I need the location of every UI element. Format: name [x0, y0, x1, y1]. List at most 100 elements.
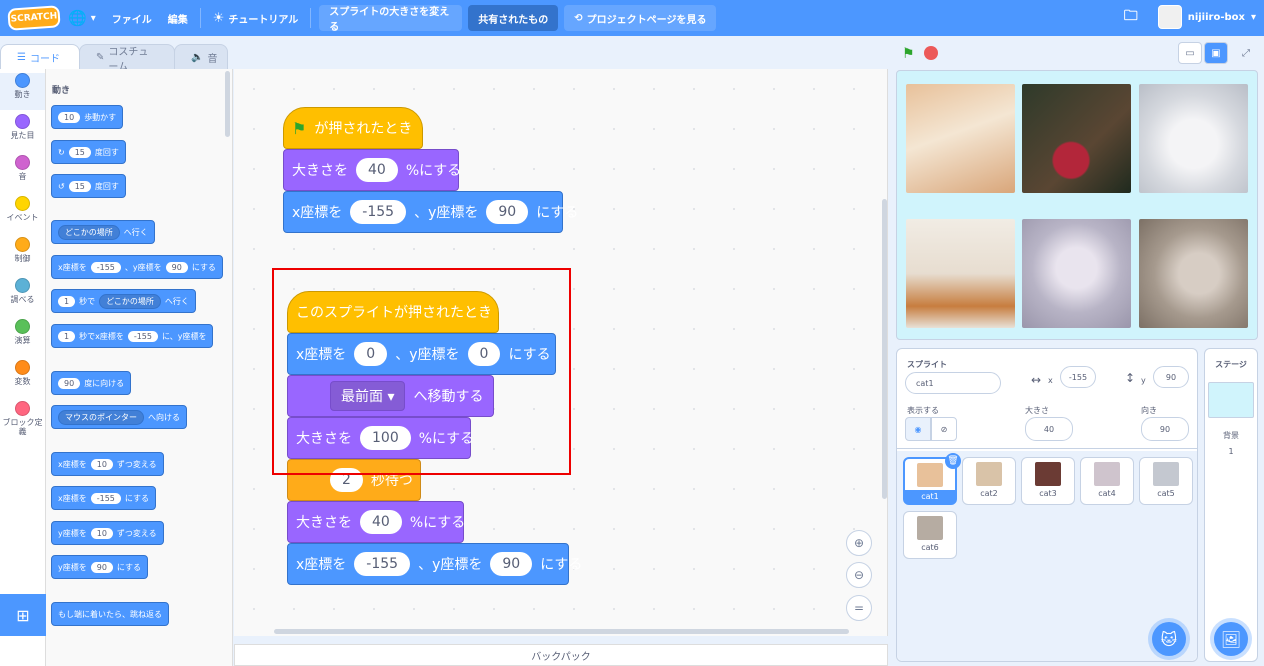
speaker-icon: 🔈 — [191, 52, 204, 63]
block-input[interactable]: 90 — [486, 200, 529, 224]
add-extension-button[interactable]: ⊞ — [0, 594, 46, 636]
sprite-tile-cat5[interactable]: cat5 — [1139, 457, 1193, 505]
x-field[interactable]: -155 — [1060, 366, 1096, 388]
backpack[interactable]: バックパック — [234, 644, 888, 666]
scratch-logo[interactable]: SCRATCH — [7, 5, 61, 31]
tab-code[interactable]: ☰ コード — [0, 44, 80, 70]
set-y-block[interactable]: y座標を 90 にする — [51, 555, 149, 579]
sprite-name-field[interactable]: cat1 — [905, 372, 1001, 394]
block-input[interactable]: 1 — [58, 330, 76, 342]
tutorials-menu[interactable]: ☀ チュートリアル — [205, 0, 307, 36]
glide-to-xy-block[interactable]: 1 秒でx座標を -155 に、y座標を — [51, 324, 214, 348]
category-item[interactable]: 調べる — [0, 278, 45, 315]
trash-icon[interactable]: 🗑 — [945, 453, 961, 469]
set-size-block[interactable]: 大きさを 40 %にする — [283, 149, 461, 191]
direction-field[interactable]: 90 — [1141, 417, 1189, 441]
size-field[interactable]: 40 — [1025, 417, 1073, 441]
folder-icon[interactable]: 🗀 — [1124, 5, 1138, 29]
project-title-input[interactable]: スプライトの大きさを変える — [319, 5, 463, 33]
go-to-xy-block[interactable]: x座標を -155 、y座標を 90 にする — [51, 255, 223, 279]
point-direction-block[interactable]: 90 度に向ける — [51, 371, 132, 395]
chevron-down-icon[interactable]: ▾ — [1251, 12, 1256, 23]
sprite-tile-cat6[interactable]: cat6 — [903, 511, 957, 559]
turn-right-block[interactable]: ↻ 15 度回す — [51, 140, 126, 164]
show-hidden-button[interactable]: ⊘ — [931, 417, 957, 441]
language-menu[interactable]: 🌐 ▾ — [60, 0, 104, 36]
category-item[interactable]: 音 — [0, 155, 45, 192]
zoom-reset-button[interactable]: = — [846, 595, 872, 621]
block-input[interactable]: 40 — [356, 158, 398, 182]
turn-left-block[interactable]: ↺ 15 度回す — [51, 174, 126, 198]
block-input[interactable]: 10 — [90, 458, 113, 470]
block-input[interactable]: -155 — [90, 492, 121, 504]
zoom-in-button[interactable]: ⊕ — [846, 530, 872, 556]
category-item[interactable]: 制御 — [0, 237, 45, 274]
block-input[interactable]: 15 — [68, 180, 91, 192]
block-input[interactable]: 90 — [90, 561, 113, 573]
block-input[interactable]: -155 — [350, 200, 407, 224]
go-to-xy-block[interactable]: x座標を -155 、y座標を 90 にする — [287, 543, 582, 585]
category-item[interactable]: 見た目 — [0, 114, 45, 151]
when-flag-clicked-block[interactable]: ⚑ が押されたとき — [283, 107, 423, 149]
see-project-page-button[interactable]: ⟲ プロジェクトページを見る — [564, 5, 717, 31]
set-x-block[interactable]: x座標を -155 にする — [51, 486, 156, 510]
y-field[interactable]: 90 — [1153, 366, 1189, 388]
bounce-block[interactable]: もし端に着いたら、跳ね返る — [51, 602, 169, 626]
add-sprite-button[interactable]: 🐱 — [1152, 622, 1186, 656]
shared-button[interactable]: 共有されたもの — [468, 5, 559, 31]
move-steps-block[interactable]: 10 歩動かす — [51, 105, 124, 129]
block-input[interactable]: -155 — [90, 261, 121, 273]
normal-stage-button[interactable]: ▣ — [1204, 42, 1228, 64]
script-vertical-scrollbar[interactable] — [882, 199, 887, 499]
sprite-tile-cat1[interactable]: cat1 🗑 — [903, 453, 961, 505]
sprite-tile-cat4[interactable]: cat4 — [1080, 457, 1134, 505]
go-to-block[interactable]: どこかの場所 へ行く — [51, 220, 155, 244]
category-item[interactable]: イベント — [0, 196, 45, 233]
stage-header: ⚑ ▭ ▣ ⤢ — [894, 40, 1260, 68]
category-item[interactable]: 動き — [0, 73, 45, 110]
block-input[interactable]: 90 — [490, 552, 533, 576]
glide-to-block[interactable]: 1 秒で どこかの場所 へ行く — [51, 289, 196, 313]
stage[interactable] — [896, 70, 1258, 340]
palette-scrollbar[interactable] — [225, 71, 230, 137]
small-stage-button[interactable]: ▭ — [1178, 42, 1202, 64]
green-flag-icon[interactable]: ⚑ — [902, 46, 915, 62]
block-input[interactable]: 10 — [58, 111, 81, 123]
tab-costumes[interactable]: ✎ コスチューム — [79, 44, 175, 73]
block-input[interactable]: 15 — [68, 146, 91, 158]
edit-menu[interactable]: 編集 — [160, 0, 196, 36]
block-input[interactable]: 10 — [90, 527, 113, 539]
stage-selector[interactable]: ステージ 背景 1 — [1204, 348, 1258, 662]
avatar[interactable] — [1157, 5, 1182, 29]
block-input[interactable]: 90 — [58, 377, 81, 389]
tab-sounds[interactable]: 🔈 音 — [174, 44, 228, 70]
block-dropdown[interactable]: どこかの場所 — [58, 224, 120, 240]
category-item[interactable]: ブロック定義 — [0, 401, 45, 438]
change-x-block[interactable]: x座標を 10 ずつ変える — [51, 452, 164, 476]
username[interactable]: nijiiro-box — [1188, 12, 1245, 23]
block-input[interactable]: -155 — [127, 330, 158, 342]
point-towards-block[interactable]: マウスのポインター へ向ける — [51, 405, 187, 429]
block-dropdown[interactable]: どこかの場所 — [99, 293, 161, 309]
zoom-out-button[interactable]: ⊖ — [846, 562, 872, 588]
change-y-block[interactable]: y座標を 10 ずつ変える — [51, 521, 164, 545]
block-input[interactable]: 40 — [360, 510, 402, 534]
zoom-out-icon: ⊖ — [853, 568, 865, 582]
show-visible-button[interactable]: ◉ — [905, 417, 931, 441]
fullscreen-button[interactable]: ⤢ — [1234, 42, 1258, 64]
go-to-xy-block[interactable]: x座標を -155 、y座標を 90 にする — [283, 191, 578, 233]
sprite-tile-cat2[interactable]: cat2 — [962, 457, 1016, 505]
stop-icon[interactable] — [924, 46, 938, 60]
block-input[interactable]: 90 — [165, 261, 188, 273]
block-dropdown[interactable]: マウスのポインター — [58, 409, 144, 425]
sprite-tile-cat3[interactable]: cat3 — [1021, 457, 1075, 505]
category-item[interactable]: 演算 — [0, 319, 45, 356]
file-menu[interactable]: ファイル — [104, 0, 160, 36]
category-item[interactable]: 変数 — [0, 360, 45, 397]
refresh-icon: ⟲ — [574, 12, 583, 24]
block-input[interactable]: 1 — [58, 295, 76, 307]
add-backdrop-button[interactable]: 🖼 — [1214, 622, 1248, 656]
script-horizontal-scrollbar[interactable] — [274, 629, 849, 634]
set-size-block[interactable]: 大きさを 40 %にする — [287, 501, 465, 543]
block-input[interactable]: -155 — [354, 552, 411, 576]
